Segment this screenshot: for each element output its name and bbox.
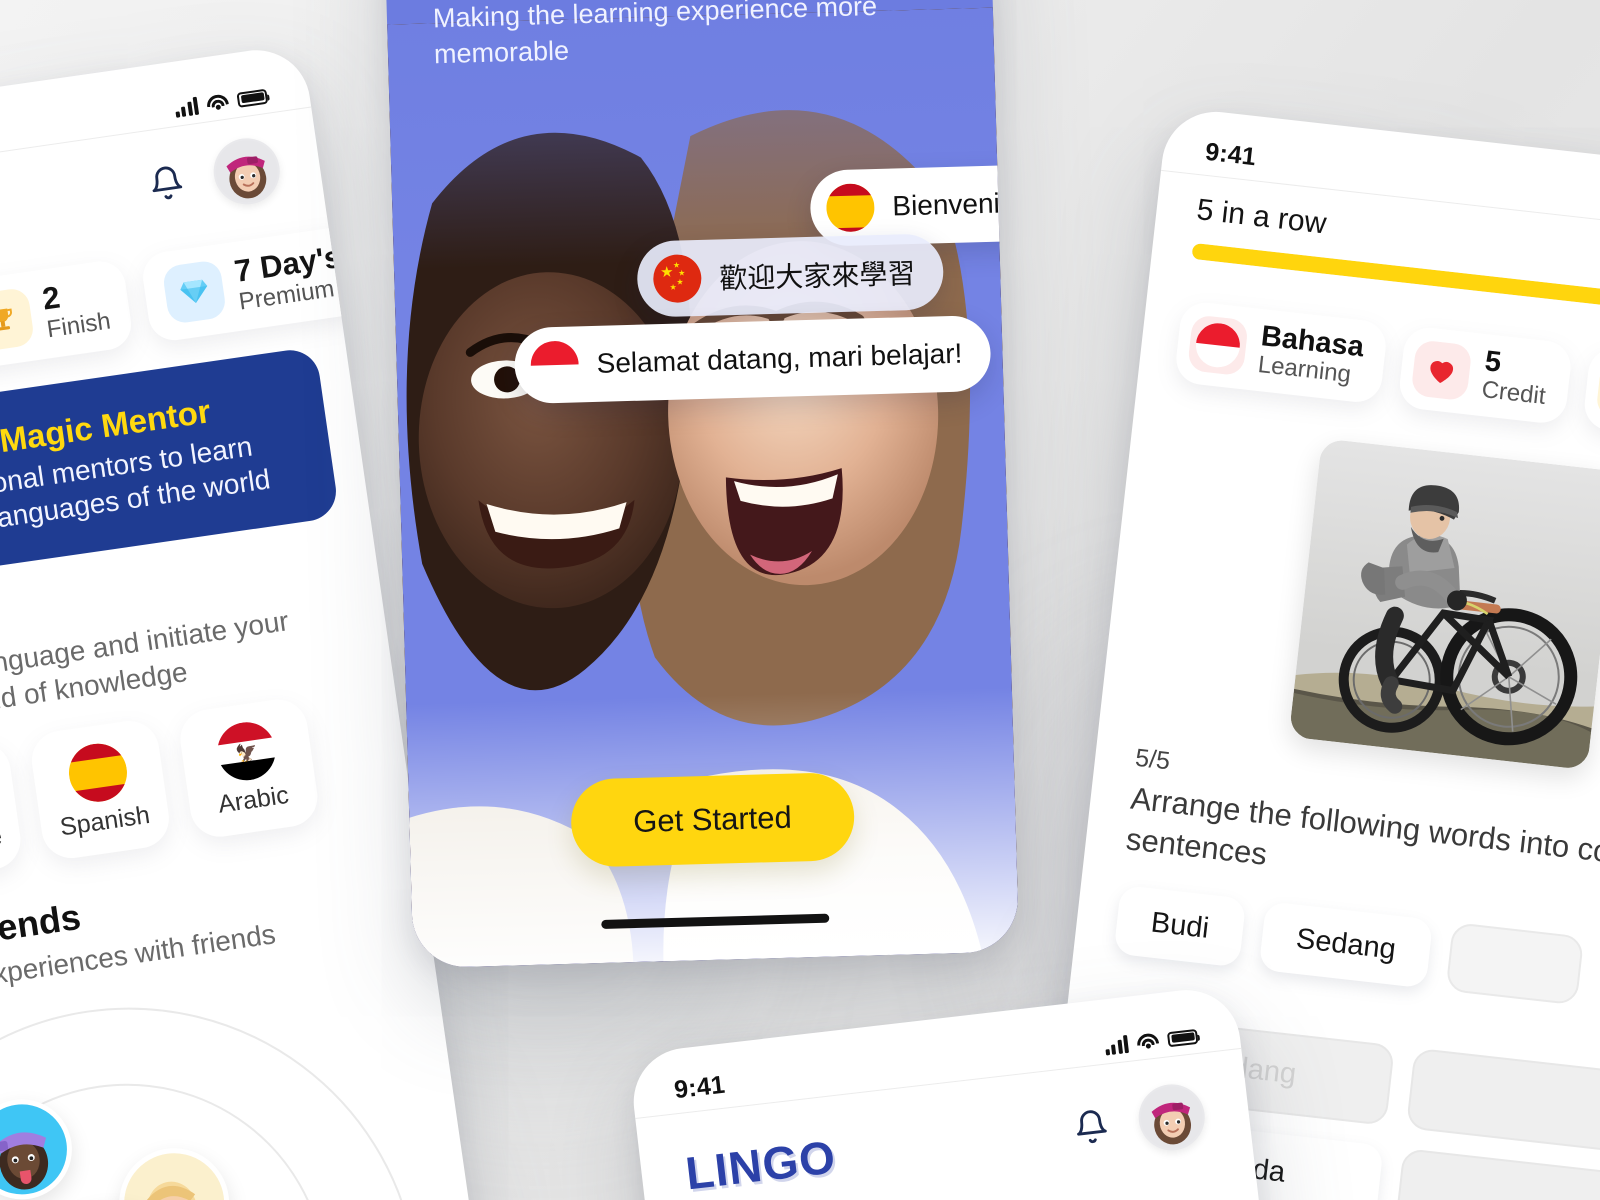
avatar[interactable] [209,133,285,209]
diamond-icon [161,259,228,326]
language-label: Spanish [58,800,152,842]
heart-icon [1410,339,1473,402]
answer-slot[interactable]: Budi [1113,884,1247,968]
flag-china-icon: ★ ★ ★ ★ ★ [652,253,702,304]
wifi-icon [1135,1031,1160,1051]
bell-icon[interactable] [1071,1106,1111,1148]
stat-card-finish[interactable]: 2 Finish [0,258,135,371]
greeting-text: Bienvenido [891,186,1020,222]
bell-icon[interactable] [146,162,187,205]
app-logo: LINGO [682,1130,839,1200]
status-time: 9:41 [672,1070,727,1105]
get-started-button[interactable]: Get Started [570,771,855,868]
status-time: 9:41 [1203,137,1258,172]
mockup-scene: LINGO [0,0,1600,1200]
language-label: Arabic [216,780,291,819]
battery-icon [1166,1028,1199,1047]
status-icons [1104,1027,1199,1056]
chip-credit[interactable]: 5 Credit [1397,325,1574,426]
answer-slot[interactable]: Sedang [1258,901,1434,989]
flag-egypt-icon: 🦅 [213,718,280,784]
language-card-arabic[interactable]: 🦅 Arabic [176,695,322,841]
mountain-biker-photo [1288,438,1600,771]
avatar[interactable] [1135,1080,1209,1154]
word-chip-blank[interactable] [1395,1148,1600,1200]
flag-indonesia-icon [1186,314,1249,377]
phone-onboarding-screen: Learn and People Connected Making the le… [380,0,1020,969]
chip-level[interactable]: 12 Level [1582,345,1600,446]
battery-icon [236,88,269,108]
language-label: Chinese [0,822,4,863]
trophy-icon [0,287,36,353]
chip-language[interactable]: Bahasa Learning [1173,300,1389,406]
cellular-bars-icon [1104,1034,1130,1056]
stat-card-premium[interactable]: 7 Day's Premium [139,224,370,344]
phone-home-peek: 9:41 LINGO [627,984,1283,1200]
flag-spain-icon [826,183,875,232]
chip-label: Credit [1480,376,1547,411]
answer-slot-empty[interactable] [1445,922,1585,1006]
flag-spain-icon [65,740,131,806]
wifi-icon [205,92,230,113]
cellular-bars-icon [173,96,200,118]
flag-indonesia-icon [530,340,580,390]
greeting-text: Selamat datang, mari belajar! [596,337,963,379]
greeting-pill-chinese: ★ ★ ★ ★ ★ 歡迎大家來學習 [636,233,945,318]
star-icon [1595,360,1600,423]
status-icons [173,87,269,118]
greeting-pill-bahasa: Selamat datang, mari belajar! [513,314,992,405]
greeting-text: 歡迎大家來學習 [718,257,916,295]
language-card-spanish[interactable]: Spanish [27,717,173,863]
word-chip-blank[interactable] [1405,1047,1600,1161]
language-card-chinese[interactable]: ★ ★ ★ ★ ★ Chinese [0,738,25,884]
